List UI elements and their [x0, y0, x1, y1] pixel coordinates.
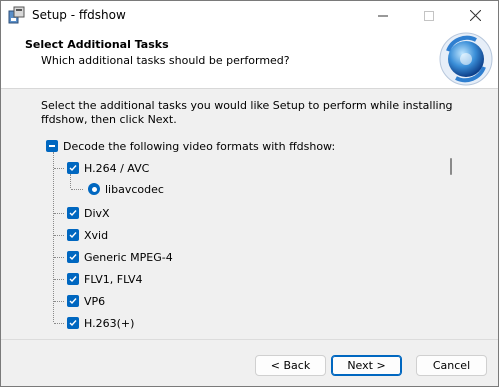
footer-divider [1, 339, 498, 340]
checkbox-checked[interactable] [67, 162, 79, 174]
tasks-scrollbar[interactable] [450, 158, 452, 175]
check-icon [69, 232, 77, 239]
radio-selected[interactable] [88, 183, 100, 195]
setup-window: Setup - ffdshow Select Additional Tasks … [0, 0, 499, 387]
checkbox-checked[interactable] [67, 207, 79, 219]
window-title: Setup - ffdshow [32, 8, 126, 22]
check-icon [69, 298, 77, 305]
task-label: H.263(+) [84, 316, 135, 330]
checkbox-checked[interactable] [67, 317, 79, 329]
next-button[interactable]: Next > [331, 355, 402, 376]
check-icon [69, 320, 77, 327]
task-item-vp6[interactable]: VP6 [67, 293, 105, 309]
task-label: H.264 / AVC [84, 161, 150, 175]
task-item-h264[interactable]: H.264 / AVC [67, 160, 149, 176]
check-icon [69, 254, 77, 261]
page-title: Select Additional Tasks [25, 38, 169, 51]
task-label: Xvid [84, 228, 109, 242]
title-bar: Setup - ffdshow [1, 1, 498, 30]
tasks-tree[interactable]: Decode the following video formats with … [39, 135, 459, 329]
task-item-xvid[interactable]: Xvid [67, 227, 108, 243]
back-button[interactable]: < Back [255, 355, 326, 376]
task-label: libavcodec [105, 182, 164, 196]
wizard-header: Select Additional Tasks Which additional… [1, 30, 498, 89]
page-subtitle: Which additional tasks should be perform… [41, 54, 290, 67]
check-icon [69, 165, 77, 172]
checkbox-partial[interactable] [46, 140, 58, 152]
cancel-button[interactable]: Cancel [416, 355, 487, 376]
setup-globe-icon [438, 31, 494, 87]
task-label: DivX [84, 206, 110, 220]
instruction-text: Select the additional tasks you would li… [41, 99, 453, 126]
close-button[interactable] [452, 1, 498, 30]
checkbox-checked[interactable] [67, 251, 79, 263]
task-label: Generic MPEG-4 [84, 250, 173, 264]
task-item-libavcodec[interactable]: libavcodec [88, 181, 164, 197]
checkbox-checked[interactable] [67, 273, 79, 285]
installer-icon [8, 6, 26, 24]
checkbox-checked[interactable] [67, 295, 79, 307]
task-group[interactable]: Decode the following video formats with … [46, 138, 335, 154]
checkbox-checked[interactable] [67, 229, 79, 241]
task-label: VP6 [84, 294, 106, 308]
minimize-icon [378, 15, 388, 16]
task-item-divx[interactable]: DivX [67, 205, 110, 221]
task-label: FLV1, FLV4 [84, 272, 143, 286]
minimize-button[interactable] [360, 1, 406, 30]
maximize-icon [424, 10, 434, 21]
close-icon [469, 10, 481, 21]
task-group-label: Decode the following video formats with … [63, 139, 336, 153]
task-item-flv[interactable]: FLV1, FLV4 [67, 271, 143, 287]
maximize-button[interactable] [406, 1, 452, 30]
task-item-generic-mpeg4[interactable]: Generic MPEG-4 [67, 249, 173, 265]
check-icon [69, 276, 77, 283]
task-item-h263[interactable]: H.263(+) [67, 315, 134, 329]
check-icon [69, 210, 77, 217]
